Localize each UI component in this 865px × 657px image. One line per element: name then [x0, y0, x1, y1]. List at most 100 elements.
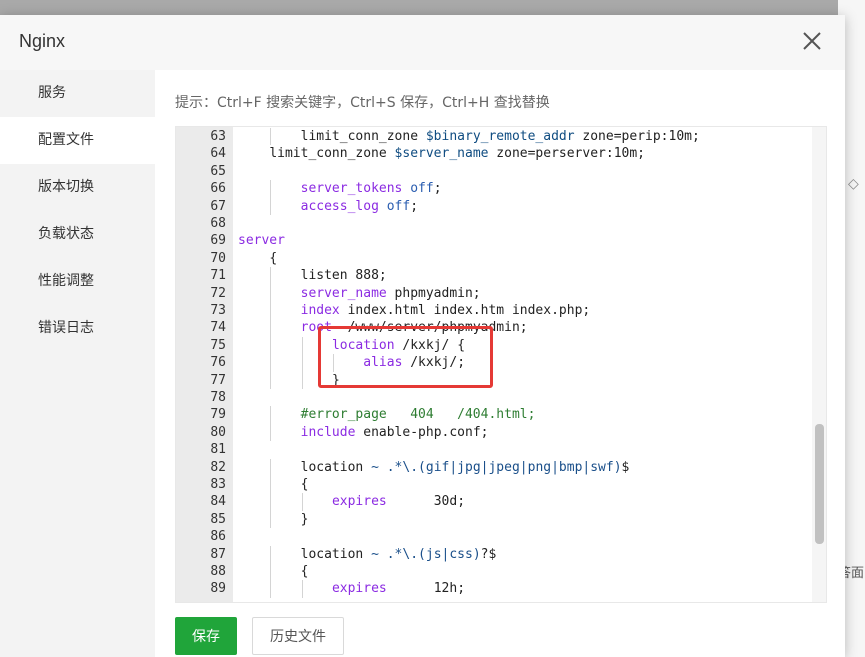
indent-guide	[301, 336, 303, 355]
tag-icon: ◇	[848, 176, 859, 192]
line-number: 68	[210, 216, 226, 231]
code-text: alias /kxkj/;	[363, 355, 466, 371]
code-line: 89 expires 12h;	[176, 580, 806, 598]
code-line: 66 server_tokens off;	[176, 180, 806, 198]
line-number: 78	[210, 390, 226, 405]
code-text: server_name phpmyadmin;	[300, 285, 481, 301]
code-line: 83 {	[176, 476, 806, 494]
config-panel: 提示：Ctrl+F 搜索关键字，Ctrl+S 保存，Ctrl+H 查找替换 63…	[155, 70, 845, 657]
code-line: 88 {	[176, 563, 806, 581]
indent-guide	[270, 180, 272, 198]
code-text: include enable-php.conf;	[300, 424, 489, 440]
indent-guide	[301, 493, 303, 511]
line-number: 80	[210, 424, 226, 440]
code-area[interactable]: 63 limit_conn_zone $binary_remote_addr zo…	[176, 127, 826, 602]
code-line: 84 expires 30d;	[176, 493, 806, 511]
code-line: 74 root /www/server/phpmyadmin;	[176, 319, 806, 337]
line-number: 71	[210, 268, 226, 284]
code-line: 82 location ~ .*\.(gif|jpg|jpeg|png|bmp|s…	[176, 458, 806, 476]
indent-guide	[270, 284, 272, 302]
code-text: expires 12h;	[331, 581, 466, 597]
dialog-header: Nginx	[0, 15, 845, 71]
code-line: 85}	[176, 510, 806, 529]
line-number: 75	[210, 337, 226, 353]
code-line: 68	[176, 215, 806, 232]
code-line: 65	[176, 163, 806, 180]
code-text: expires 30d;	[331, 494, 466, 510]
line-number: 63	[210, 129, 226, 144]
code-line: 81	[176, 441, 806, 458]
indent-guide	[301, 580, 303, 598]
indent-guide	[270, 302, 272, 320]
indent-guide	[270, 197, 272, 215]
line-number: 86	[210, 529, 226, 545]
indent-guide	[270, 545, 272, 563]
code-line: 75 location /kxkj/ {	[176, 336, 806, 355]
line-number: 85	[210, 511, 226, 527]
shortcut-hint: 提示：Ctrl+F 搜索关键字，Ctrl+S 保存，Ctrl+H 查找替换	[175, 95, 550, 111]
indent-guide	[270, 371, 272, 389]
code-line: 86	[176, 528, 806, 545]
code-text: limit_conn_zone $binary_remote_addr zone…	[300, 129, 700, 144]
save-button[interactable]: 保存	[175, 617, 237, 655]
scrollbar[interactable]	[812, 127, 826, 602]
code-text: server	[238, 233, 285, 249]
indent-guide	[270, 476, 272, 494]
line-number: 73	[210, 303, 226, 318]
line-number: 69	[210, 233, 226, 249]
line-number: 84	[210, 494, 226, 510]
code-line: 72 server_name phpmyadmin;	[176, 284, 806, 302]
code-line: 87 location ~ .*\.(js|css)?$	[176, 545, 806, 563]
indent-guide	[270, 267, 272, 285]
line-number: 65	[210, 163, 226, 179]
line-number: 67	[210, 198, 226, 214]
history-file-button[interactable]: 历史文件	[252, 617, 344, 655]
scrollbar-thumb[interactable]	[815, 424, 824, 544]
line-number: 64	[210, 146, 226, 162]
code-editor[interactable]: 63 limit_conn_zone $binary_remote_addr zo…	[175, 126, 827, 603]
indent-guide	[270, 580, 272, 598]
line-number: 74	[210, 320, 226, 336]
line-number: 66	[210, 181, 226, 197]
line-number: 72	[210, 285, 226, 301]
indent-guide	[270, 128, 272, 146]
code-line: 70 {	[176, 250, 806, 267]
code-text: {	[300, 564, 309, 579]
indent-guide	[270, 563, 272, 581]
indent-guide	[270, 406, 272, 424]
close-icon[interactable]	[800, 29, 824, 53]
sidebar-item-error-log[interactable]: 错误日志	[0, 305, 155, 352]
line-number: 77	[210, 372, 226, 388]
code-text: location /kxkj/ {	[331, 337, 466, 353]
code-text: limit_conn_zone $server_name zone=perser…	[269, 146, 646, 162]
code-text: {	[269, 250, 278, 266]
code-line: 77}	[176, 371, 806, 389]
line-number: 89	[210, 581, 226, 597]
sidebar-item-service[interactable]: 服务	[0, 70, 155, 117]
indent-guide	[270, 493, 272, 511]
sidebar-item-config-file[interactable]: 配置文件	[0, 117, 155, 164]
indent-guide	[270, 354, 272, 372]
code-line: 69 server	[176, 232, 806, 249]
code-line: 67 access_log off;	[176, 197, 806, 215]
line-number: 82	[210, 459, 226, 475]
code-text: {	[300, 477, 309, 492]
code-text: }	[300, 511, 309, 527]
code-line: 63 limit_conn_zone $binary_remote_addr zo…	[176, 128, 806, 146]
sidebar-item-version-switch[interactable]: 版本切换	[0, 164, 155, 211]
line-number: 70	[210, 250, 226, 266]
sidebar-item-performance[interactable]: 性能调整	[0, 258, 155, 305]
code-text: access_log off;	[300, 198, 419, 214]
line-number: 88	[210, 564, 226, 579]
code-text: server_tokens off;	[300, 181, 442, 197]
indent-guide	[301, 371, 303, 389]
indent-guide	[270, 319, 272, 337]
indent-guide	[332, 354, 334, 372]
code-text: }	[331, 372, 340, 388]
sidebar: 服务 配置文件 版本切换 负载状态 性能调整 错误日志	[0, 70, 155, 657]
code-text: index index.html index.htm index.php;	[300, 303, 591, 318]
line-number: 81	[210, 442, 226, 458]
sidebar-item-load-status[interactable]: 负载状态	[0, 211, 155, 258]
code-text: #error_page 404 /404.html;	[300, 407, 536, 423]
code-line: 73 index index.html index.htm index.php;	[176, 302, 806, 320]
